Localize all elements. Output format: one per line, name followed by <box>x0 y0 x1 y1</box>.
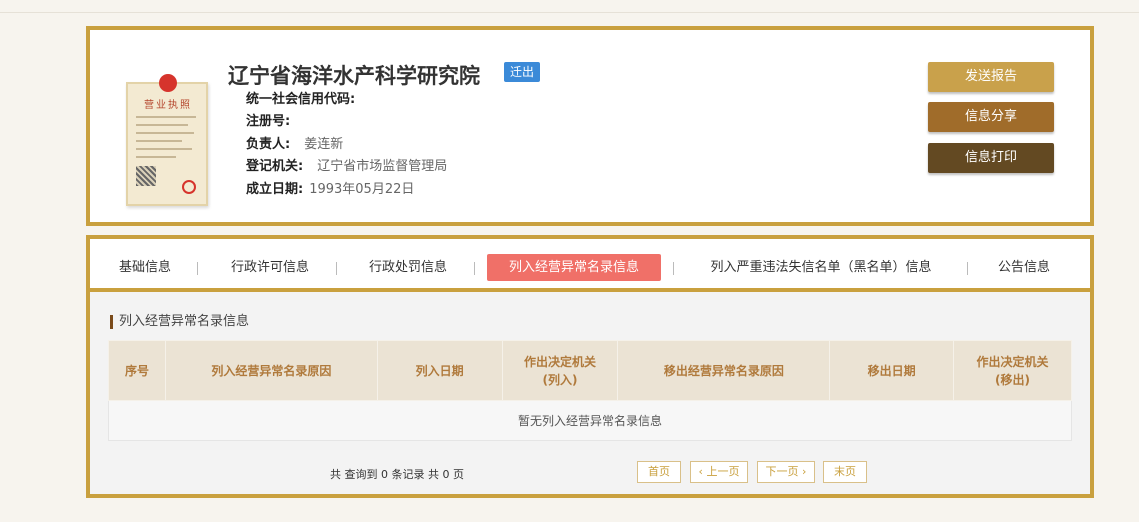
license-text-line <box>136 156 176 158</box>
last-page-button[interactable]: 末页 <box>823 461 867 483</box>
table-row: 暂无列入经营异常名录信息 <box>108 400 1072 441</box>
license-text-line <box>136 140 182 142</box>
table-header-row: 序号 列入经营异常名录原因 列入日期 作出决定机关 (列入) 移出经营异常名录原因… <box>108 340 1072 401</box>
column-header: 移出日期 <box>829 340 955 401</box>
empty-message: 暂无列入经营异常名录信息 <box>108 400 1072 441</box>
column-header: 序号 <box>108 340 166 401</box>
tab-admin-license[interactable]: 行政许可信息 <box>226 254 314 281</box>
credit-code-label: 统一社会信用代码: <box>246 92 356 107</box>
detail-panel: 基础信息 行政许可信息 行政处罚信息 列入经营异常名录信息 列入严重违法失信名单… <box>86 235 1094 498</box>
share-info-button[interactable]: 信息分享 <box>928 102 1054 132</box>
tab-separator <box>474 262 475 275</box>
reg-no-row: 注册号: <box>246 114 296 130</box>
tab-separator <box>673 262 674 275</box>
chevron-right-icon: › <box>798 465 807 478</box>
column-header: 作出决定机关 (移出) <box>953 340 1072 401</box>
authority-row: 登记机关: 辽宁省市场监督管理局 <box>246 159 447 175</box>
tab-admin-penalty[interactable]: 行政处罚信息 <box>364 254 452 281</box>
reg-no-label: 注册号: <box>246 114 291 129</box>
section-title: 列入经营异常名录信息 <box>110 315 249 329</box>
business-license-image: 营业执照 <box>126 74 208 206</box>
pagination-summary: 共 查询到 0 条记录 共 0 页 <box>330 468 464 481</box>
tab-blacklist[interactable]: 列入严重违法失信名单（黑名单）信息 <box>697 254 945 281</box>
next-page-button[interactable]: 下一页 › <box>757 461 815 483</box>
credit-code-row: 统一社会信用代码: <box>246 92 361 108</box>
authority-value: 辽宁省市场监督管理局 <box>317 159 448 174</box>
abnormal-records-table: 序号 列入经营异常名录原因 列入日期 作出决定机关 (列入) 移出经营异常名录原因… <box>108 340 1072 441</box>
company-name: 辽宁省海洋水产科学研究院 <box>228 64 480 88</box>
tab-separator <box>197 262 198 275</box>
tab-separator <box>967 262 968 275</box>
status-badge: 迁出 <box>504 62 541 82</box>
column-header: 移出经营异常名录原因 <box>617 340 831 401</box>
license-text-line <box>136 148 192 150</box>
license-text-line <box>136 116 196 118</box>
seal-icon <box>182 180 196 194</box>
tab-bar: 基础信息 行政许可信息 行政处罚信息 列入经营异常名录信息 列入严重违法失信名单… <box>90 239 1090 292</box>
license-title: 营业执照 <box>144 100 192 111</box>
company-card: 营业执照 辽宁省海洋水产科学研究院 迁出 统一社会信用代码: 注册号: 负责人:… <box>86 26 1094 226</box>
legal-rep-label: 负责人: <box>246 137 291 152</box>
license-text-line <box>136 124 188 126</box>
column-header: 列入日期 <box>376 340 503 401</box>
prev-page-button[interactable]: ‹ 上一页 <box>690 461 748 483</box>
column-header: 列入经营异常名录原因 <box>164 340 378 401</box>
tab-separator <box>336 262 337 275</box>
tab-abnormal-operation[interactable]: 列入经营异常名录信息 <box>487 254 661 281</box>
national-emblem-icon <box>159 74 177 92</box>
tab-announcements[interactable]: 公告信息 <box>995 254 1053 281</box>
first-page-button[interactable]: 首页 <box>637 461 681 483</box>
legal-rep-value: 姜连新 <box>304 137 344 152</box>
top-divider <box>0 12 1139 13</box>
established-row: 成立日期: 1993年05月22日 <box>246 182 414 198</box>
license-text-line <box>136 132 194 134</box>
column-header: 作出决定机关 (列入) <box>501 340 619 401</box>
authority-label: 登记机关: <box>246 159 304 174</box>
send-report-button[interactable]: 发送报告 <box>928 62 1054 92</box>
legal-rep-row: 负责人: 姜连新 <box>246 137 343 153</box>
tab-basic-info[interactable]: 基础信息 <box>116 254 174 281</box>
qr-code-icon <box>136 166 156 186</box>
established-label: 成立日期: <box>246 182 304 197</box>
print-info-button[interactable]: 信息打印 <box>928 143 1054 173</box>
established-value: 1993年05月22日 <box>309 182 415 197</box>
